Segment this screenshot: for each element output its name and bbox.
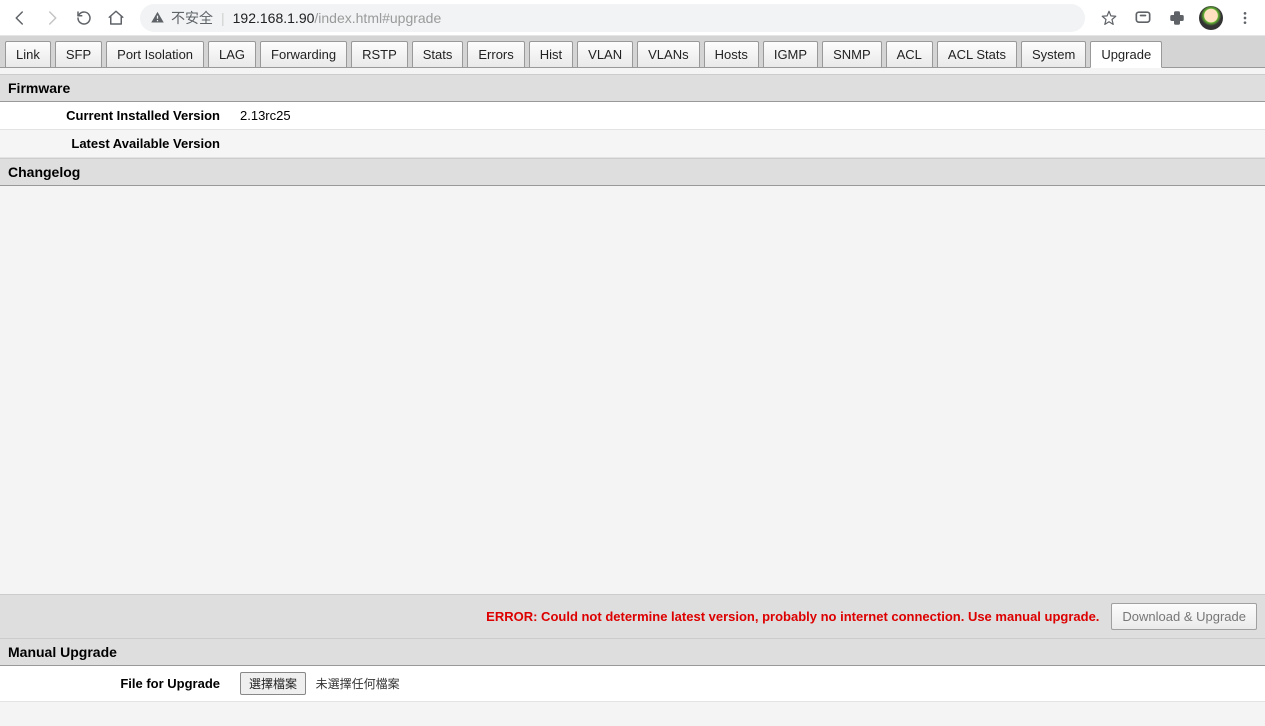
- star-icon: [1100, 9, 1118, 27]
- tab-vlan[interactable]: VLAN: [577, 41, 633, 68]
- avatar-icon: [1199, 6, 1223, 30]
- warning-triangle-icon: [150, 10, 165, 25]
- current-version-label: Current Installed Version: [0, 102, 230, 130]
- tab-port-isolation[interactable]: Port Isolation: [106, 41, 204, 68]
- download-row: ERROR: Could not determine latest versio…: [0, 594, 1265, 638]
- firmware-header: Firmware: [0, 74, 1265, 102]
- tab-bar: LinkSFPPort IsolationLAGForwardingRSTPSt…: [0, 36, 1265, 68]
- file-upgrade-label: File for Upgrade: [0, 666, 230, 702]
- file-upgrade-row: File for Upgrade 選擇檔案 未選擇任何檔案: [0, 666, 1265, 702]
- bookmark-button[interactable]: [1095, 4, 1123, 32]
- security-label: 不安全: [171, 8, 213, 28]
- latest-version-value: [230, 130, 1265, 158]
- changelog-body: [0, 186, 1265, 594]
- firmware-section: Firmware Current Installed Version 2.13r…: [0, 74, 1265, 158]
- manual-upgrade-section: Manual Upgrade File for Upgrade 選擇檔案 未選擇…: [0, 638, 1265, 702]
- chat-square-icon: [1133, 8, 1153, 28]
- tab-igmp[interactable]: IGMP: [763, 41, 818, 68]
- reload-icon: [75, 9, 93, 27]
- manual-upgrade-header: Manual Upgrade: [0, 638, 1265, 666]
- address-bar[interactable]: 不安全 | 192.168.1.90/index.html#upgrade: [140, 4, 1085, 32]
- error-message: ERROR: Could not determine latest versio…: [486, 609, 1099, 624]
- puzzle-icon: [1168, 9, 1186, 27]
- tab-vlans[interactable]: VLANs: [637, 41, 699, 68]
- tab-rstp[interactable]: RSTP: [351, 41, 408, 68]
- latest-version-label: Latest Available Version: [0, 130, 230, 158]
- tab-acl[interactable]: ACL: [886, 41, 933, 68]
- arrow-left-icon: [11, 9, 29, 27]
- arrow-right-icon: [43, 9, 61, 27]
- home-icon: [107, 9, 125, 27]
- menu-button[interactable]: [1231, 4, 1259, 32]
- extensions-button[interactable]: [1163, 4, 1191, 32]
- tab-snmp[interactable]: SNMP: [822, 41, 882, 68]
- choose-file-button[interactable]: 選擇檔案: [240, 672, 306, 695]
- current-version-value: 2.13rc25: [230, 102, 1265, 130]
- tab-lag[interactable]: LAG: [208, 41, 256, 68]
- tab-errors[interactable]: Errors: [467, 41, 524, 68]
- tab-stats[interactable]: Stats: [412, 41, 464, 68]
- profile-button[interactable]: [1197, 4, 1225, 32]
- current-version-row: Current Installed Version 2.13rc25: [0, 102, 1265, 130]
- browser-toolbar: 不安全 | 192.168.1.90/index.html#upgrade: [0, 0, 1265, 36]
- changelog-header: Changelog: [0, 158, 1265, 186]
- url-display: 192.168.1.90/index.html#upgrade: [233, 10, 442, 26]
- forward-button[interactable]: [38, 4, 66, 32]
- tab-hist[interactable]: Hist: [529, 41, 573, 68]
- latest-version-row: Latest Available Version: [0, 130, 1265, 158]
- home-button[interactable]: [102, 4, 130, 32]
- tab-upgrade[interactable]: Upgrade: [1090, 41, 1162, 68]
- chat-button[interactable]: [1129, 4, 1157, 32]
- page-content: LinkSFPPort IsolationLAGForwardingRSTPSt…: [0, 36, 1265, 726]
- tab-forwarding[interactable]: Forwarding: [260, 41, 347, 68]
- security-indicator[interactable]: 不安全: [150, 8, 213, 28]
- tab-system[interactable]: System: [1021, 41, 1086, 68]
- back-button[interactable]: [6, 4, 34, 32]
- address-separator: |: [221, 10, 225, 26]
- reload-button[interactable]: [70, 4, 98, 32]
- tab-sfp[interactable]: SFP: [55, 41, 102, 68]
- changelog-section: Changelog: [0, 158, 1265, 594]
- tab-acl-stats[interactable]: ACL Stats: [937, 41, 1017, 68]
- download-upgrade-button[interactable]: Download & Upgrade: [1111, 603, 1257, 630]
- tab-hosts[interactable]: Hosts: [704, 41, 759, 68]
- kebab-icon: [1237, 10, 1253, 26]
- tab-link[interactable]: Link: [5, 41, 51, 68]
- no-file-chosen-text: 未選擇任何檔案: [316, 677, 400, 691]
